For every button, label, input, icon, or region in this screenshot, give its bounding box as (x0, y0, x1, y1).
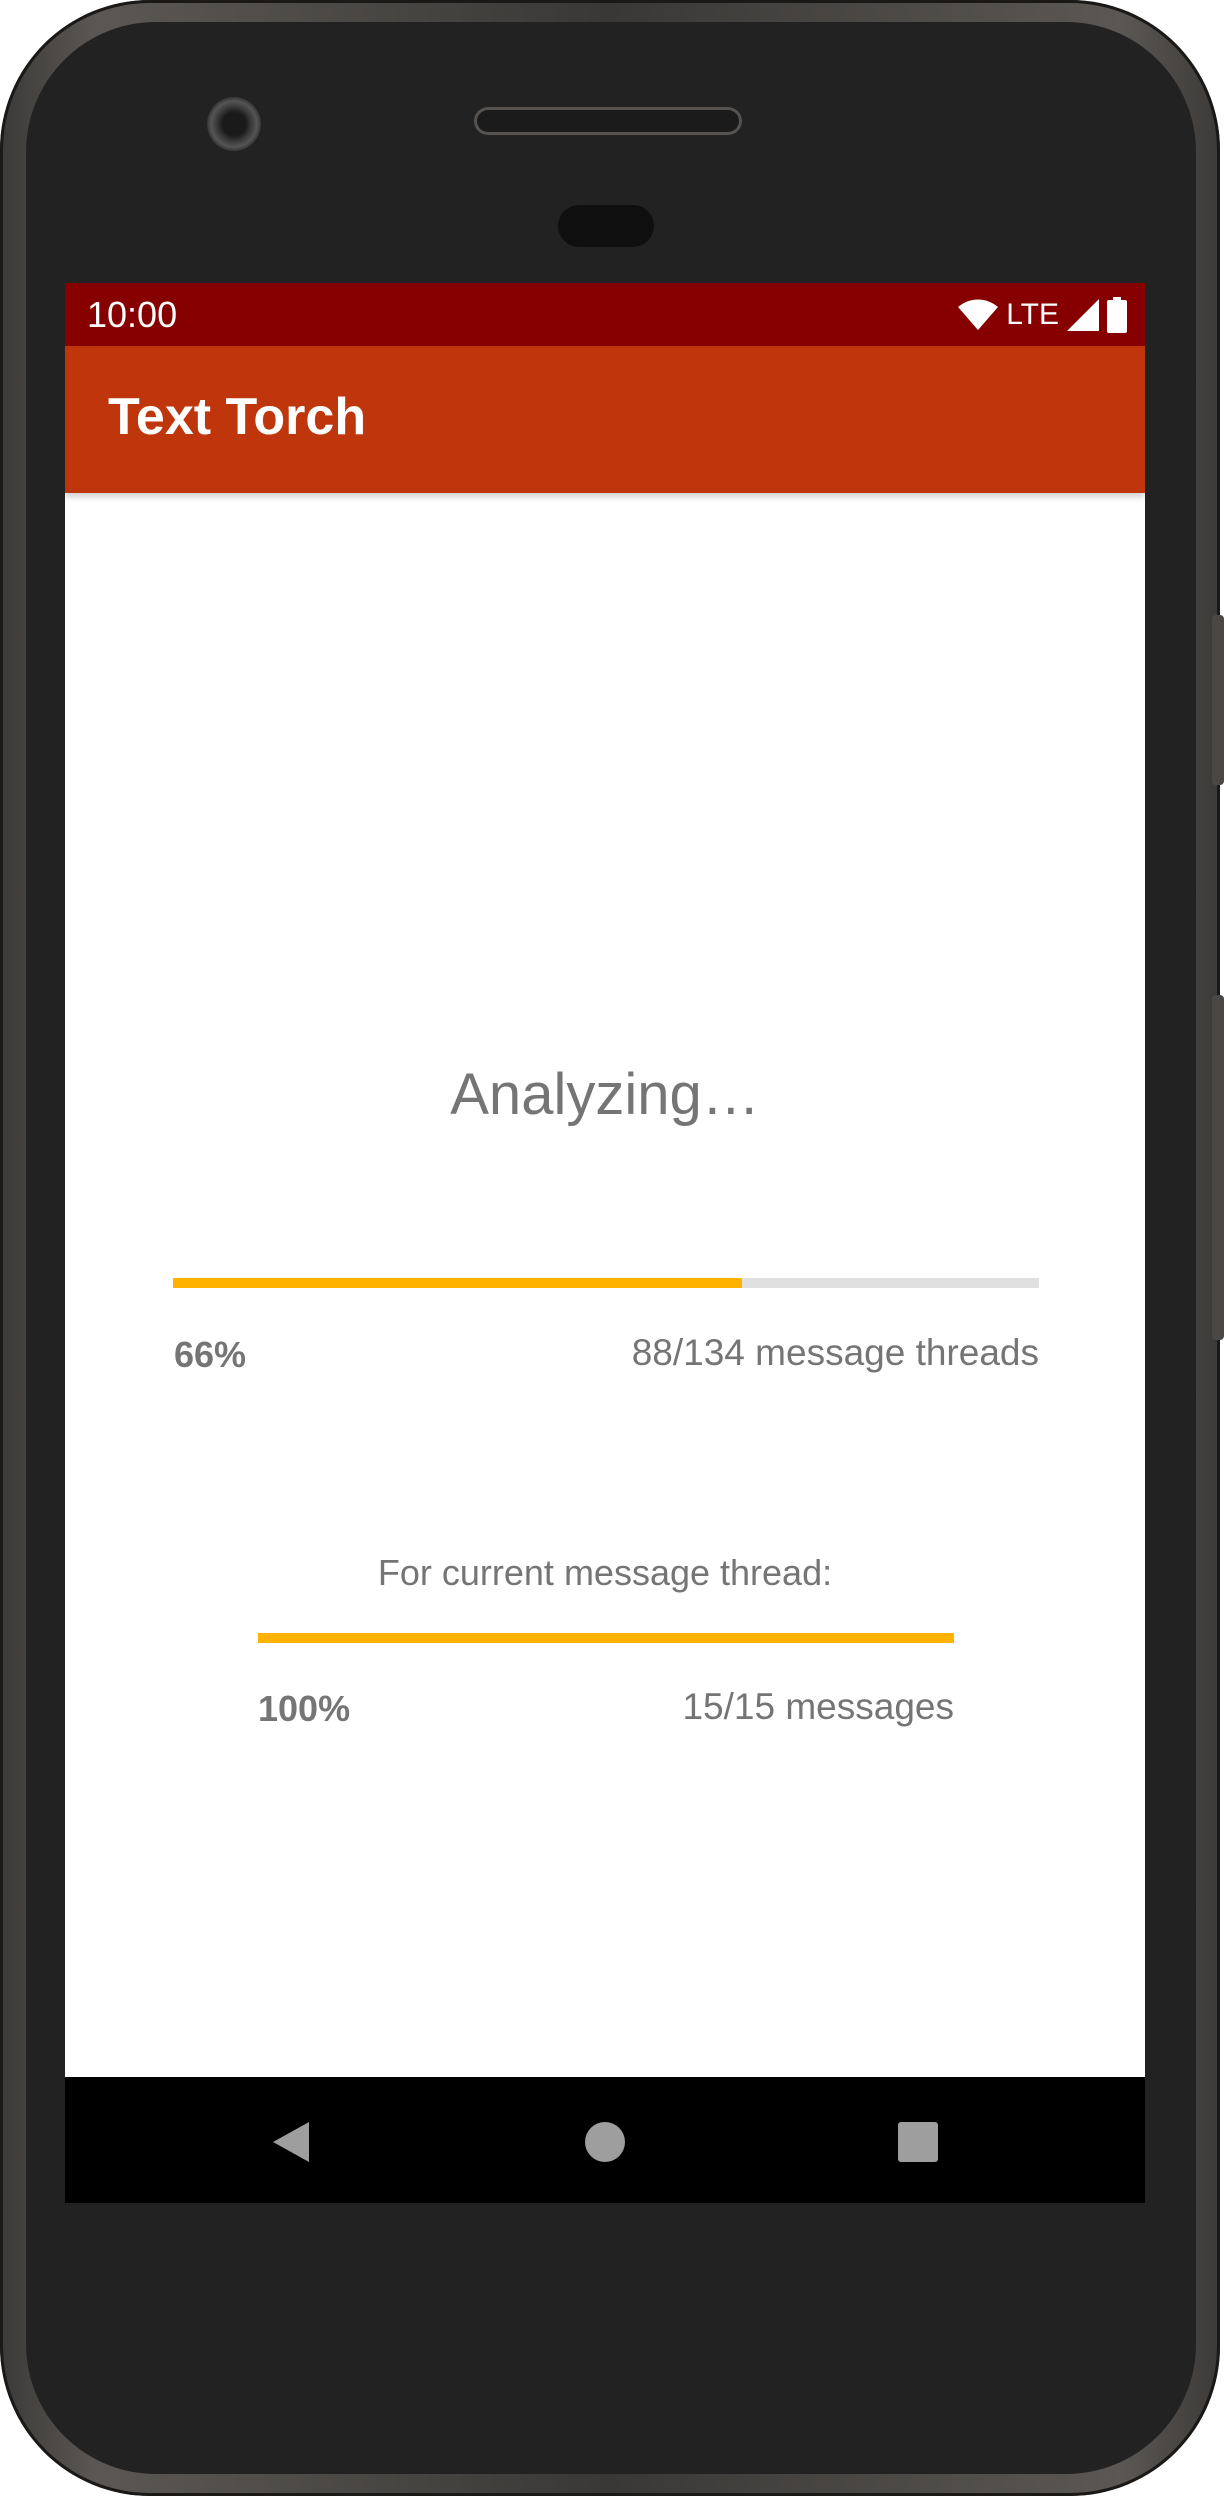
thread-progress-fill (258, 1633, 954, 1643)
screen: 10:00 LTE Text Torch Analyzing… 66% 88/1… (65, 283, 1145, 2203)
battery-icon (1107, 297, 1127, 333)
status-bar: 10:00 LTE (65, 283, 1145, 346)
navigation-bar (65, 2077, 1145, 2203)
overall-count: 88/134 message threads (631, 1332, 1039, 1373)
overall-percent: 66% (174, 1334, 247, 1375)
overall-progress-bar (173, 1278, 1039, 1288)
status-time: 10:00 (87, 294, 178, 335)
home-icon[interactable] (583, 2120, 627, 2164)
proximity-sensor (558, 205, 654, 247)
signal-icon (1067, 299, 1099, 331)
analyzing-heading: Analyzing… (450, 1062, 760, 1127)
thread-count: 15/15 messages (682, 1686, 954, 1727)
overall-progress-fill (173, 1278, 742, 1288)
app-title: Text Torch (108, 388, 367, 446)
lte-label: LTE (1006, 298, 1059, 331)
front-camera (207, 97, 261, 151)
power-button (1212, 615, 1224, 785)
thread-caption: For current message thread: (377, 1552, 833, 1593)
earpiece-speaker (474, 107, 742, 135)
thread-percent: 100% (258, 1688, 351, 1729)
wifi-icon (958, 299, 999, 330)
recents-icon[interactable] (896, 2120, 940, 2164)
back-icon[interactable] (269, 2120, 313, 2164)
thread-progress-bar (258, 1633, 954, 1643)
status-icons: LTE (958, 295, 1127, 335)
app-bar: Text Torch (65, 346, 1145, 493)
volume-rocker (1212, 995, 1224, 1340)
